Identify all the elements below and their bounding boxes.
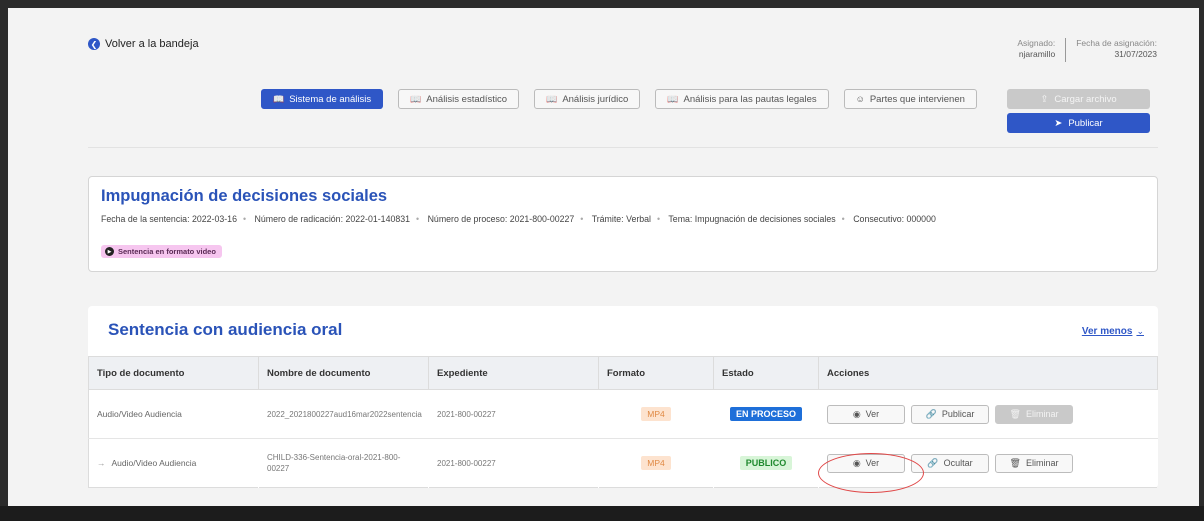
table-header-row: Tipo de documento Nombre de documento Ex… [88, 356, 1158, 390]
cell-formato: MP4 [599, 439, 714, 488]
book-icon: 📖 [546, 93, 558, 104]
process-number: Número de proceso: 2021-800-00227 [427, 214, 575, 224]
assignment-date-label: Fecha de asignación: [1076, 38, 1157, 48]
cell-acciones: ◉ Ver 🔗 Publicar 🗑 Eliminar [818, 389, 1158, 439]
cell-expediente: 2021-800-00227 [428, 389, 599, 439]
case-title: Impugnación de decisiones sociales [101, 187, 388, 205]
tab-label: Análisis estadístico [426, 93, 508, 105]
consecutive: Consecutivo: 000000 [853, 214, 936, 224]
delete-label: Eliminar [1025, 409, 1059, 419]
tab-label: Partes que intervienen [869, 93, 965, 105]
col-header-expediente: Expediente [428, 356, 599, 390]
book-icon: 📖 [273, 93, 285, 104]
cell-formato: MP4 [598, 389, 714, 439]
chevron-down-icon: ⌄ [1136, 326, 1144, 336]
app-frame: ❮ Volver a la bandeja Asignado: njaramil… [8, 8, 1199, 506]
case-topic: Tema: Impugnación de decisiones sociales [668, 214, 836, 224]
eye-icon: ◉ [852, 408, 861, 419]
publish-button[interactable]: ➤ Publicar [1007, 113, 1150, 133]
upload-icon: ⇪ [1040, 93, 1049, 105]
eye-icon: ◉ [852, 457, 861, 468]
link-icon: 🔗 [925, 408, 937, 419]
view-label: Ver [865, 409, 880, 419]
tab-label: Sistema de análisis [289, 93, 372, 105]
oral-hearing-section: Sentencia con audiencia oral Ver menos ⌄… [88, 306, 1158, 488]
assignment-info: Asignado: njaramillo Fecha de asignación… [1017, 38, 1157, 62]
chevron-left-icon: ❮ [88, 38, 100, 50]
format-badge: MP4 [641, 407, 671, 421]
tab-partes-intervienen[interactable]: ☺ Partes que intervienen [843, 89, 977, 109]
procedure-type: Trámite: Verbal [591, 214, 652, 224]
case-metadata: Fecha de la sentencia: 2022-03-16 • Númer… [101, 214, 936, 224]
upload-label: Cargar archivo [1054, 93, 1117, 105]
documents-table: Tipo de documento Nombre de documento Ex… [88, 356, 1158, 488]
delete-label: Eliminar [1025, 458, 1059, 468]
tab-analisis-estadistico[interactable]: 📖 Análisis estadístico [398, 89, 520, 109]
cell-estado: EN PROCESO [713, 389, 819, 439]
publish-label: Publicar [1068, 117, 1103, 129]
show-less-toggle[interactable]: Ver menos ⌄ [1082, 326, 1144, 337]
hide-button[interactable]: 🔗 Ocultar [911, 453, 989, 473]
play-icon: ▶ [105, 247, 114, 256]
cell-tipo: Audio/Video Audiencia [88, 389, 259, 439]
delete-button[interactable]: 🗑 Eliminar [995, 453, 1073, 473]
col-header-nombre: Nombre de documento [258, 356, 429, 390]
col-header-formato: Formato [598, 356, 714, 390]
tipo-label: Audio/Video Audiencia [111, 458, 197, 468]
view-label: Ver [865, 458, 880, 468]
window-bottom-bar [0, 506, 1204, 521]
video-badge-label: Sentencia en formato video [118, 247, 216, 256]
link-icon: 🔗 [927, 457, 939, 468]
trash-icon: 🗑 [1009, 457, 1021, 468]
status-badge: EN PROCESO [729, 407, 802, 421]
view-button[interactable]: ◉ Ver [827, 453, 905, 473]
cell-expediente: 2021-800-00227 [437, 458, 496, 468]
tab-sistema-analisis[interactable]: 📖 Sistema de análisis [261, 89, 384, 109]
status-badge: PUBLICO [739, 456, 793, 470]
cell-estado: PUBLICO [714, 439, 819, 488]
tab-pautas-legales[interactable]: 📖 Análisis para las pautas legales [655, 89, 829, 109]
format-badge: MP4 [641, 456, 671, 470]
book-icon: 📖 [410, 93, 422, 104]
publish-row-label: Publicar [941, 409, 975, 419]
show-less-label: Ver menos [1081, 326, 1133, 337]
trash-icon: 🗑 [1009, 408, 1021, 419]
book-icon: 📖 [667, 93, 679, 104]
arrow-right-icon: → [97, 458, 106, 468]
assignment-date-value: 31/07/2023 [1114, 49, 1157, 59]
col-header-acciones: Acciones [818, 356, 1158, 390]
assigned-value: njaramillo [1018, 49, 1056, 59]
assigned-label: Asignado: [1017, 38, 1056, 48]
cell-acciones: ◉ Ver 🔗 Ocultar 🗑 Eliminar [819, 439, 1158, 488]
back-label: Volver a la bandeja [105, 38, 199, 50]
video-format-badge: ▶ Sentencia en formato video [101, 245, 222, 258]
col-header-estado: Estado [713, 356, 819, 390]
publish-row-button[interactable]: 🔗 Publicar [911, 404, 989, 424]
send-icon: ➤ [1054, 117, 1063, 129]
divider [88, 147, 1158, 148]
tab-analisis-juridico[interactable]: 📖 Análisis jurídico [534, 89, 641, 109]
table-row: → Audio/Video Audiencia CHILD-336-Sentenc… [89, 439, 1158, 488]
table-row: Audio/Video Audiencia 2022_2021800227aud… [88, 389, 1158, 439]
cell-nombre: 2022_2021800227aud16mar2022sentencia [258, 389, 429, 439]
tab-label: Análisis para las pautas legales [683, 93, 817, 105]
analysis-tabs: 📖 Sistema de análisis 📖 Análisis estadís… [261, 89, 977, 109]
case-info-card: Impugnación de decisiones sociales Fecha… [88, 176, 1158, 272]
hide-label: Ocultar [943, 458, 973, 468]
tab-label: Análisis jurídico [562, 93, 629, 105]
cell-tipo: → Audio/Video Audiencia [89, 439, 259, 488]
users-icon: ☺ [855, 94, 865, 104]
upload-file-button[interactable]: ⇪ Cargar archivo [1007, 89, 1150, 109]
delete-button[interactable]: 🗑 Eliminar [995, 404, 1073, 424]
filing-number: Número de radicación: 2022-01-140831 [254, 214, 411, 224]
col-header-tipo: Tipo de documento [88, 356, 259, 390]
view-button[interactable]: ◉ Ver [827, 404, 905, 424]
divider [1065, 38, 1067, 62]
sentence-date: Fecha de la sentencia: 2022-03-16 [101, 214, 237, 224]
section-title: Sentencia con audiencia oral [108, 320, 343, 339]
cell-nombre: CHILD-336-Sentencia-oral-2021-800-00227 [267, 453, 401, 473]
back-to-inbox-link[interactable]: ❮ Volver a la bandeja [88, 38, 199, 50]
